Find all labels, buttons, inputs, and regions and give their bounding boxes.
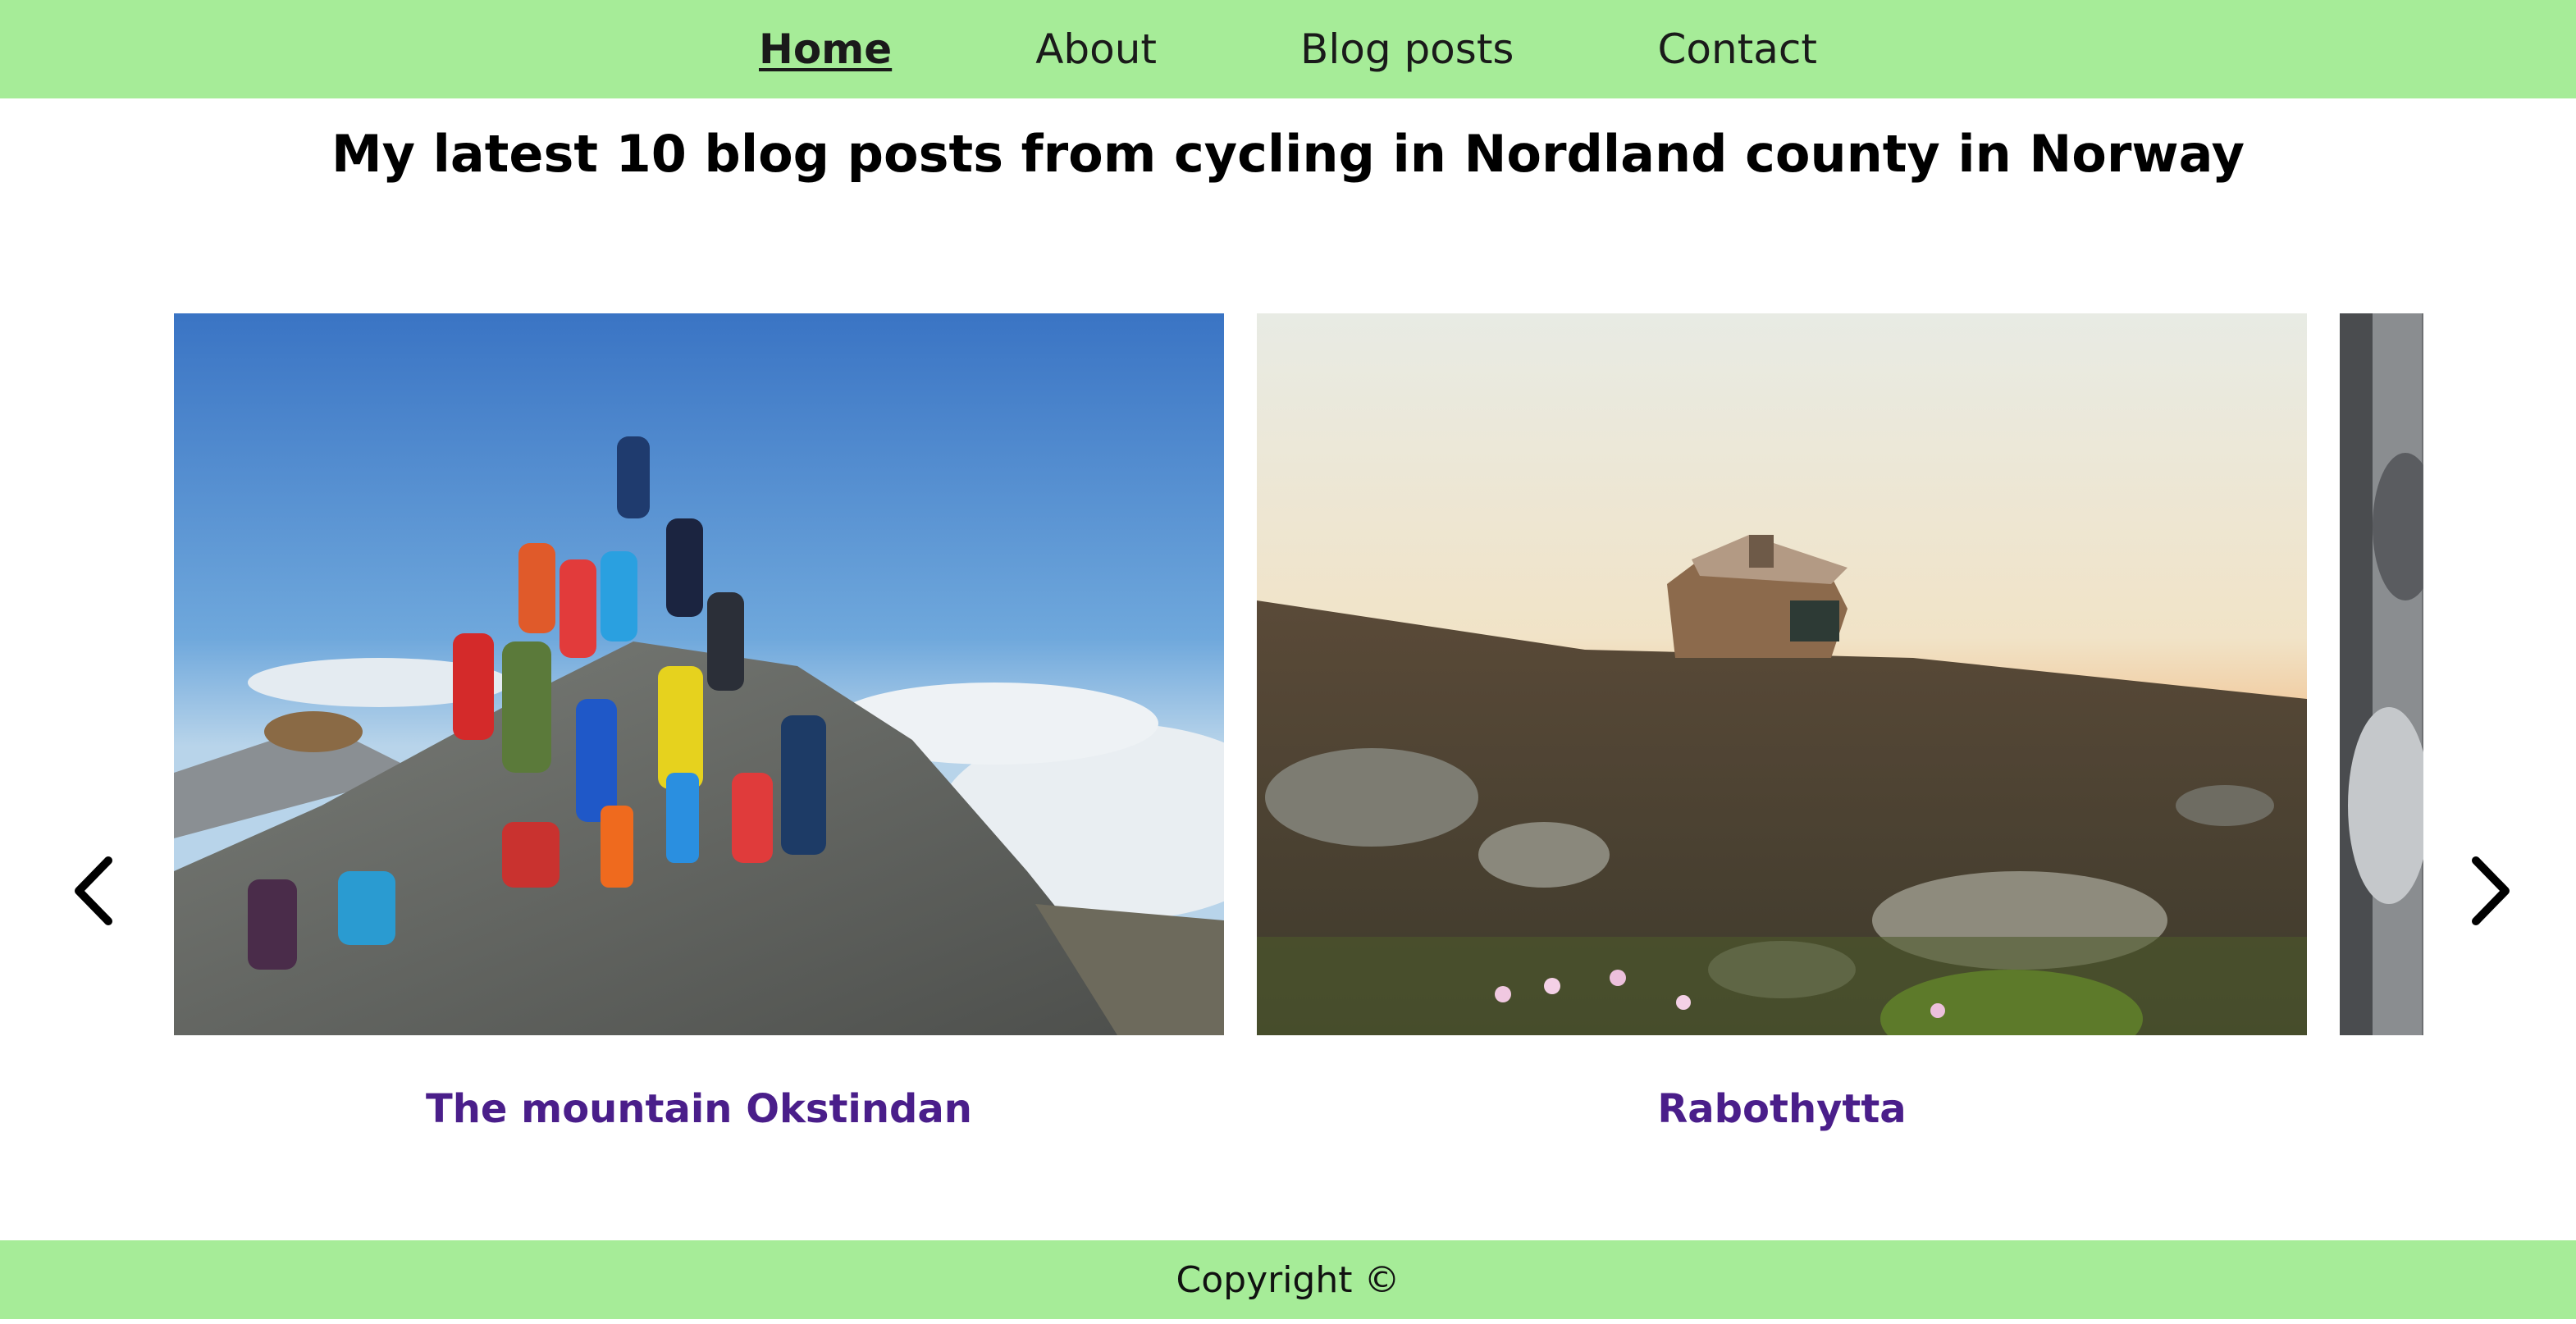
carousel-prev-button[interactable]: [61, 856, 126, 925]
slide-image-okstindan[interactable]: [174, 313, 1224, 1035]
carousel-slide: The mountain Okstindan￼: [174, 313, 1224, 1134]
nav-link-blog-posts[interactable]: Blog posts: [1300, 29, 1514, 70]
footer: Copyright ©: [0, 1240, 2576, 1319]
blog-post-carousel: The mountain Okstindan￼ Rabothytta￼: [0, 313, 2576, 1158]
slide-caption-link[interactable]: Rabothytta￼: [1257, 1086, 2307, 1134]
chevron-right-icon: [2472, 856, 2510, 925]
top-navigation: Home About Blog posts Contact: [0, 0, 2576, 98]
carousel-slide: Rabothytta￼: [1257, 313, 2307, 1134]
carousel-track: The mountain Okstindan￼ Rabothytta￼: [174, 313, 2423, 1158]
copyright-text: Copyright ©: [1176, 1258, 1400, 1301]
slide-caption-link[interactable]: The mountain Okstindan￼: [174, 1086, 1224, 1134]
page-title: My latest 10 blog posts from cycling in …: [331, 124, 2245, 184]
carousel-next-button[interactable]: [2458, 856, 2523, 925]
chevron-left-icon: [75, 856, 112, 925]
slide-image-rabothytta[interactable]: [1257, 313, 2307, 1035]
nav-link-about[interactable]: About: [1035, 29, 1157, 70]
nav-link-home[interactable]: Home: [759, 29, 892, 70]
carousel-slide: [2340, 313, 2423, 1035]
slide-image-partial[interactable]: [2340, 313, 2423, 1035]
nav-link-contact[interactable]: Contact: [1657, 29, 1817, 70]
